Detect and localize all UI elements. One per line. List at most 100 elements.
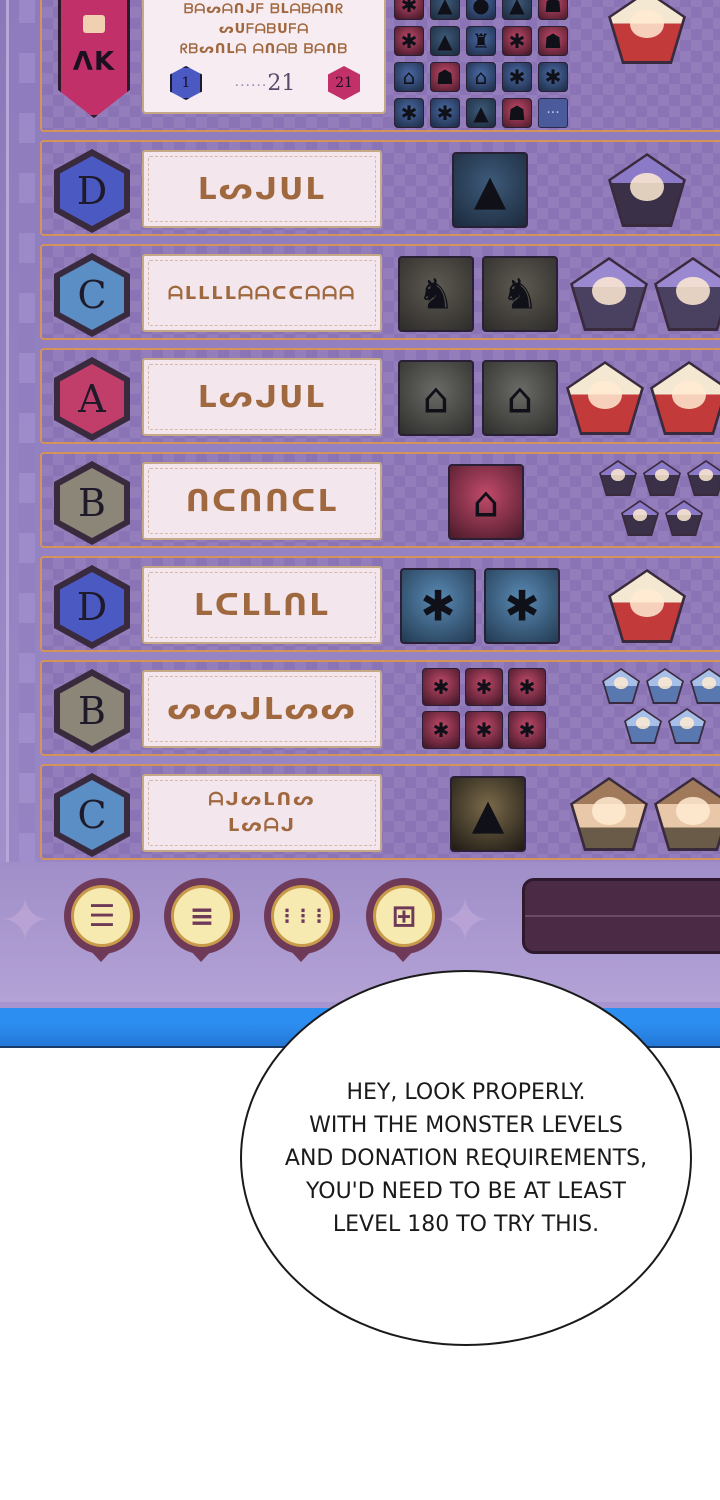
monster-tile[interactable]: ✱	[394, 0, 424, 20]
rune-plate: ᗩᒍᔕᒪᑎᔕ ᒪᔕᗩᒍ	[142, 774, 382, 852]
wolf-icon: ▲	[473, 101, 489, 125]
monster-tile[interactable]: ♞	[482, 256, 558, 332]
monster-tile[interactable]: ▲	[430, 0, 460, 20]
monster-tile[interactable]: ▲	[452, 152, 528, 228]
monster-tile[interactable]: ▲	[450, 776, 526, 852]
monster-tiles: ⌂ ⌂	[398, 350, 558, 446]
monster-tile[interactable]: ▲	[466, 98, 496, 128]
monster-tile[interactable]: ✱	[508, 711, 546, 749]
monster-tile[interactable]: ♞	[398, 256, 474, 332]
character-slots	[566, 350, 720, 446]
hat-icon: ⌂	[472, 477, 500, 527]
character-portrait[interactable]	[570, 777, 648, 851]
more-monsters-button[interactable]: ···	[538, 98, 568, 128]
ninja-face-icon	[630, 172, 664, 202]
monster-tile[interactable]: ▲	[502, 0, 532, 20]
monster-tile[interactable]: ✱	[502, 62, 532, 92]
monster-tile[interactable]: ☗	[502, 98, 532, 128]
side-action-bar[interactable]	[522, 878, 720, 954]
grid-nine-button[interactable]: ⋮⋮⋮	[264, 878, 340, 954]
monster-tile[interactable]: ☗	[430, 62, 460, 92]
character-portrait[interactable]	[608, 153, 686, 227]
spider-icon: ✱	[400, 101, 418, 125]
dungeon-row[interactable]: D ᒪᑕᒪᒪᑎᒪ ✱ ✱	[40, 556, 720, 652]
monster-tile[interactable]: ✱	[538, 62, 568, 92]
dungeon-row[interactable]: C ᗩᒪᒪᒪᒪᗩᗩᑕᑕᗩᗩᗩ ♞ ♞	[40, 244, 720, 340]
rank-badge: D	[54, 149, 130, 233]
monster-tile[interactable]: ✱	[465, 711, 503, 749]
character-portrait[interactable]	[646, 668, 684, 704]
monster-tile[interactable]: ⌂	[398, 360, 474, 436]
character-portrait[interactable]	[608, 569, 686, 643]
character-portrait[interactable]	[687, 460, 720, 496]
monster-tile[interactable]: ✱	[502, 26, 532, 56]
character-cluster	[582, 460, 720, 536]
character-portrait[interactable]	[570, 257, 648, 331]
skull-icon: ☗	[544, 29, 562, 53]
character-portrait[interactable]	[654, 257, 720, 331]
character-portrait[interactable]	[643, 460, 681, 496]
character-portrait[interactable]	[654, 777, 720, 851]
character-portrait[interactable]	[566, 361, 644, 435]
monster-tile[interactable]: ✱	[422, 711, 460, 749]
dungeon-row[interactable]: C ᗩᒍᔕᒪᑎᔕ ᒪᔕᗩᒍ ▲	[40, 764, 720, 860]
top-row[interactable]: ΛΚ ᗷᗩᔕᗩᑎᒍᖴ ᗷᒪᗩᗷᗩᑎᖇ ᔕᑌᖴᗩᗷᑌᖴᗩ ᖇᗷᔕᑎᒪᗩ ᗩᑎᗩᗷ …	[40, 0, 720, 132]
banner-emblem-icon	[83, 15, 105, 33]
monster-tiles: ▲	[452, 142, 528, 238]
monster-tile[interactable]: ☗	[538, 0, 568, 20]
monster-tile[interactable]: ⌂	[394, 62, 424, 92]
monster-tile[interactable]: ⌂	[482, 360, 558, 436]
spider-icon: ✱	[432, 675, 450, 699]
monster-tile[interactable]: ⌂	[448, 464, 524, 540]
dungeon-row[interactable]: A ᒪᔕᒍᑌᒪ ⌂ ⌂	[40, 348, 720, 444]
menu-lines-icon: ☰	[71, 885, 133, 947]
character-portrait[interactable]	[599, 460, 637, 496]
monster-tile[interactable]: ✱	[508, 668, 546, 706]
character-slot[interactable]	[608, 0, 686, 64]
hero-face-icon	[588, 380, 622, 410]
dungeon-row[interactable]: B ᑎᑕᑎᑎᑕᒪ ⌂	[40, 452, 720, 548]
menu-lines-button[interactable]: ☰	[64, 878, 140, 954]
dungeon-row[interactable]: D ᒪᔕᒍᑌᒪ ▲	[40, 140, 720, 236]
rune-name: ᒪᔕᒍᑌᒪ	[197, 171, 327, 207]
spider-icon: ✱	[508, 29, 526, 53]
monster-tile[interactable]: ✱	[465, 668, 503, 706]
character-portrait[interactable]	[668, 708, 706, 744]
monster-mini-grid: ✱ ▲ ● ▲ ☗ ✱ ▲ ♜ ✱ ☗ ⌂ ☗ ⌂ ✱ ✱ ✱ ✱ ▲ ☗ ··…	[394, 0, 574, 128]
character-portrait[interactable]	[690, 668, 720, 704]
mage-face-icon	[592, 276, 626, 306]
character-portrait[interactable]	[621, 500, 659, 536]
pager-first-button[interactable]: 1	[170, 66, 202, 100]
rune-name: ᒪᔕᒍᑌᒪ	[197, 379, 327, 415]
pager-dots: ······	[234, 77, 268, 94]
monster-tiles: ✱ ✱	[400, 558, 560, 654]
hat-icon: ⌂	[422, 373, 450, 423]
list-button[interactable]: ≡	[164, 878, 240, 954]
pager-last-button[interactable]: 21	[328, 66, 360, 100]
hat-icon: ⌂	[402, 65, 416, 89]
spider-icon: ✱	[544, 65, 562, 89]
monster-tile[interactable]: ✱	[394, 98, 424, 128]
character-portrait[interactable]	[665, 500, 703, 536]
monster-tile[interactable]: ✱	[430, 98, 460, 128]
character-portrait[interactable]	[650, 361, 720, 435]
monster-tile[interactable]: ⌂	[466, 62, 496, 92]
grid-four-button[interactable]: ⊞	[366, 878, 442, 954]
dungeon-row[interactable]: B ᔕᔕᒍᒪᔕᔕ ✱ ✱ ✱ ✱ ✱ ✱	[40, 660, 720, 756]
character-portrait[interactable]	[624, 708, 662, 744]
monster-tile[interactable]: ▲	[430, 26, 460, 56]
monster-tile[interactable]: ✱	[422, 668, 460, 706]
monster-tile[interactable]: ♜	[466, 26, 496, 56]
monster-tile[interactable]: ☗	[538, 26, 568, 56]
rune-plate: ᒪᑕᒪᒪᑎᒪ	[142, 566, 382, 644]
wolf-icon: ▲	[437, 29, 453, 53]
wolf-icon: ▲	[437, 0, 453, 17]
character-portrait[interactable]	[602, 668, 640, 704]
monster-tile[interactable]: ✱	[394, 26, 424, 56]
rune-plate: ᒪᔕᒍᑌᒪ	[142, 358, 382, 436]
monster-tile[interactable]: ✱	[400, 568, 476, 644]
hero-face-icon	[630, 9, 664, 39]
monster-tile[interactable]: ●	[466, 0, 496, 20]
monster-tile[interactable]: ✱	[484, 568, 560, 644]
monster-tiles: ✱ ✱ ✱ ✱ ✱ ✱	[422, 668, 546, 749]
